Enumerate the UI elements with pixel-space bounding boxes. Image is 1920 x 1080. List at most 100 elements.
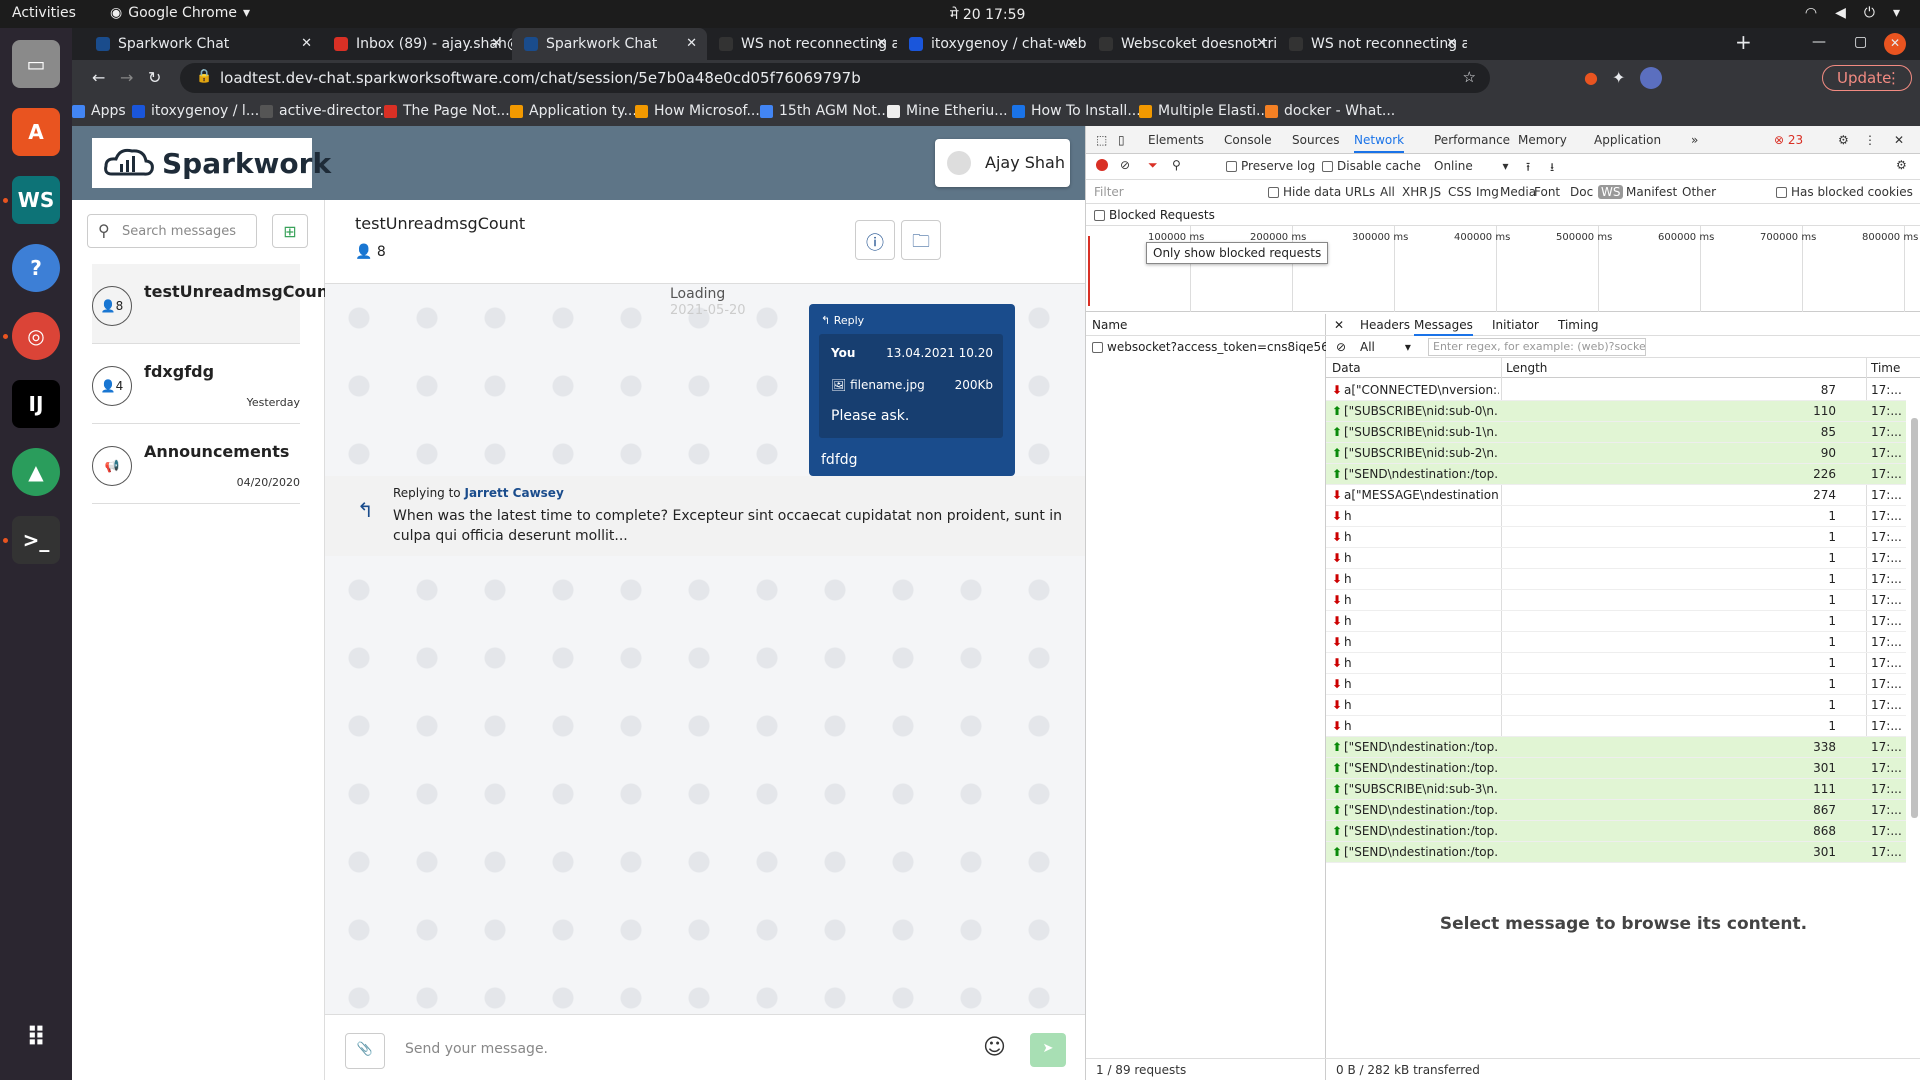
close-tab-icon[interactable]: ✕ [876, 36, 887, 51]
conversation-item[interactable]: 👤4 fdxgfdg Yesterday [92, 344, 300, 424]
throttle-select[interactable]: Online ▾ [1434, 159, 1509, 173]
close-tab-icon[interactable]: ✕ [686, 36, 697, 51]
message-row[interactable]: ⬆ ["SEND\ndestination:/top... 301 17:... [1326, 842, 1906, 863]
close-tab-icon[interactable]: ✕ [1256, 36, 1267, 51]
detail-tab[interactable]: Timing [1558, 318, 1599, 332]
browser-tab[interactable]: Webscoket doesnot tries ✕ [1087, 28, 1277, 60]
message-row[interactable]: ⬇ h 1 17:... [1326, 569, 1906, 590]
length-column-header[interactable]: Length [1506, 361, 1547, 375]
devtools-tab[interactable]: Console [1224, 133, 1272, 147]
close-detail-icon[interactable]: ✕ [1334, 318, 1344, 332]
type-filter[interactable]: CSS [1448, 185, 1472, 199]
message-row[interactable]: ⬆ ["SUBSCRIBE\nid:sub-2\n... 90 17:... [1326, 443, 1906, 464]
message-row[interactable]: ⬇ h 1 17:... [1326, 716, 1906, 737]
message-row[interactable]: ⬆ ["SEND\ndestination:/top... 301 17:... [1326, 758, 1906, 779]
message-bubble[interactable]: ↰ Reply You 13.04.2021 10.20 🖼 filename.… [809, 304, 1015, 476]
message-row[interactable]: ⬇ h 1 17:... [1326, 695, 1906, 716]
bookmark[interactable]: docker - What... [1265, 103, 1395, 119]
bookmark[interactable]: How To Install... [1012, 103, 1141, 119]
new-conversation-button[interactable]: ⊞ [272, 214, 308, 248]
blocked-cookies-checkbox[interactable]: Has blocked cookies [1776, 185, 1913, 199]
system-tray[interactable]: ◠ ◀ ⏻ ▾ [1805, 5, 1900, 21]
message-row[interactable]: ⬆ ["SEND\ndestination:/top... 868 17:... [1326, 821, 1906, 842]
network-settings-icon[interactable]: ⚙ [1896, 158, 1907, 172]
new-tab-button[interactable]: + [1735, 30, 1752, 54]
conversation-item[interactable]: 📢 Announcements 04/20/2020 [92, 424, 300, 504]
attachment[interactable]: 🖼 filename.jpg [831, 378, 925, 392]
disable-cache-checkbox[interactable]: Disable cache [1322, 159, 1421, 173]
device-toolbar-icon[interactable]: ▯ [1118, 133, 1125, 147]
message-row[interactable]: ⬇ a["CONNECTED\nversion:... 87 17:... [1326, 380, 1906, 401]
help-icon[interactable]: ? [12, 244, 60, 292]
star-icon[interactable]: ☆ [1463, 68, 1476, 86]
browser-tab[interactable]: WS not reconnecting aft ✕ [707, 28, 897, 60]
attach-button[interactable]: 📎 [345, 1033, 385, 1069]
message-row[interactable]: ⬇ h 1 17:... [1326, 527, 1906, 548]
browser-tab[interactable]: itoxygenoy / chat-webap ✕ [897, 28, 1087, 60]
sparkwork-logo[interactable]: Sparkwork [92, 138, 331, 188]
update-button[interactable]: Update ⋮ [1822, 65, 1912, 91]
software-center-icon[interactable]: A [12, 108, 60, 156]
activities-button[interactable]: Activities [12, 5, 76, 21]
settings-gear-icon[interactable]: ⚙ [1838, 133, 1849, 147]
webstorm-icon[interactable]: WS [12, 176, 60, 224]
user-menu-button[interactable]: Ajay Shah [935, 139, 1070, 187]
devtools-tab[interactable]: Performance [1434, 133, 1510, 147]
message-row[interactable]: ⬆ ["SUBSCRIBE\nid:sub-0\n... 110 17:... [1326, 401, 1906, 422]
browser-tab[interactable]: Sparkwork Chat ✕ [84, 28, 322, 60]
message-row[interactable]: ⬇ h 1 17:... [1326, 611, 1906, 632]
reply-button[interactable]: ↰ Reply [821, 314, 864, 327]
message-row[interactable]: ⬇ h 1 17:... [1326, 548, 1906, 569]
filter-input[interactable]: Filter [1094, 185, 1124, 199]
bookmark[interactable]: Apps [72, 103, 126, 119]
clock[interactable]: मे 20 17:59 [950, 5, 1025, 24]
files-button[interactable]: 🗀 [901, 220, 941, 260]
type-filter[interactable]: Doc [1570, 185, 1593, 199]
import-har-icon[interactable]: ⭱ [1526, 158, 1530, 179]
devtools-tab[interactable]: Memory [1518, 133, 1567, 147]
inspect-icon[interactable]: ⬚ [1096, 133, 1107, 147]
type-filter[interactable]: Media [1500, 185, 1536, 199]
type-filter[interactable]: Other [1682, 185, 1716, 199]
hide-data-urls-checkbox[interactable]: Hide data URLs [1268, 185, 1375, 199]
close-tab-icon[interactable]: ✕ [1446, 36, 1457, 51]
devtools-tab[interactable]: Elements [1148, 133, 1204, 147]
profile-avatar[interactable] [1640, 67, 1662, 89]
emoji-button[interactable]: ☺ [983, 1035, 1006, 1060]
search-icon[interactable]: ⚲ [1172, 158, 1181, 172]
devtools-menu-icon[interactable]: ⋮ [1864, 133, 1876, 147]
message-row[interactable]: ⬆ ["SUBSCRIBE\nid:sub-3\n... 111 17:... [1326, 779, 1906, 800]
message-row[interactable]: ⬆ ["SEND\ndestination:/top... 226 17:... [1326, 464, 1906, 485]
clear-messages-icon[interactable]: ⊘ [1336, 340, 1346, 354]
extension-icon[interactable]: ● [1584, 68, 1598, 87]
extensions-puzzle-icon[interactable]: ✦ [1612, 68, 1625, 87]
show-apps-icon[interactable]: ⠿ [12, 1014, 60, 1062]
close-tab-icon[interactable]: ✕ [301, 36, 312, 51]
data-column-header[interactable]: Data [1332, 361, 1361, 375]
blocked-requests-checkbox[interactable]: Blocked Requests [1094, 208, 1215, 222]
back-button[interactable]: ← [92, 68, 105, 87]
devtools-tab[interactable]: Network [1354, 133, 1405, 153]
files-icon[interactable]: ▭ [12, 40, 60, 88]
close-icon[interactable]: ✕ [1894, 133, 1904, 147]
devtools-tab[interactable]: Sources [1292, 133, 1339, 147]
message-row[interactable]: ⬆ ["SUBSCRIBE\nid:sub-1\n... 85 17:... [1326, 422, 1906, 443]
type-filter[interactable]: XHR [1402, 185, 1428, 199]
browser-tab[interactable]: WS not reconnecting aft ✕ [1277, 28, 1467, 60]
message-row[interactable]: ⬆ ["SEND\ndestination:/top... 867 17:... [1326, 800, 1906, 821]
record-button[interactable] [1096, 159, 1108, 171]
browser-tab[interactable]: Inbox (89) - ajay.shah@sp✕ [322, 28, 512, 60]
reload-button[interactable]: ↻ [148, 68, 161, 87]
type-filter[interactable]: JS [1430, 185, 1441, 199]
bookmark[interactable]: active-director... [260, 103, 393, 119]
filter-icon[interactable]: ⏷ [1148, 158, 1158, 173]
message-row[interactable]: ⬇ h 1 17:... [1326, 674, 1906, 695]
type-filter[interactable]: Img [1476, 185, 1499, 199]
message-input[interactable]: Send your message. [405, 1041, 548, 1057]
intellij-icon[interactable]: IJ [12, 380, 60, 428]
request-row[interactable]: websocket?access_token=cns8iqe56... [1086, 336, 1326, 358]
message-row[interactable]: ⬆ ["SEND\ndestination:/top... 338 17:... [1326, 737, 1906, 758]
detail-tab[interactable]: Headers [1360, 318, 1410, 332]
message-row[interactable]: ⬇ h 1 17:... [1326, 590, 1906, 611]
error-count[interactable]: ⊗ 23 [1774, 133, 1803, 147]
